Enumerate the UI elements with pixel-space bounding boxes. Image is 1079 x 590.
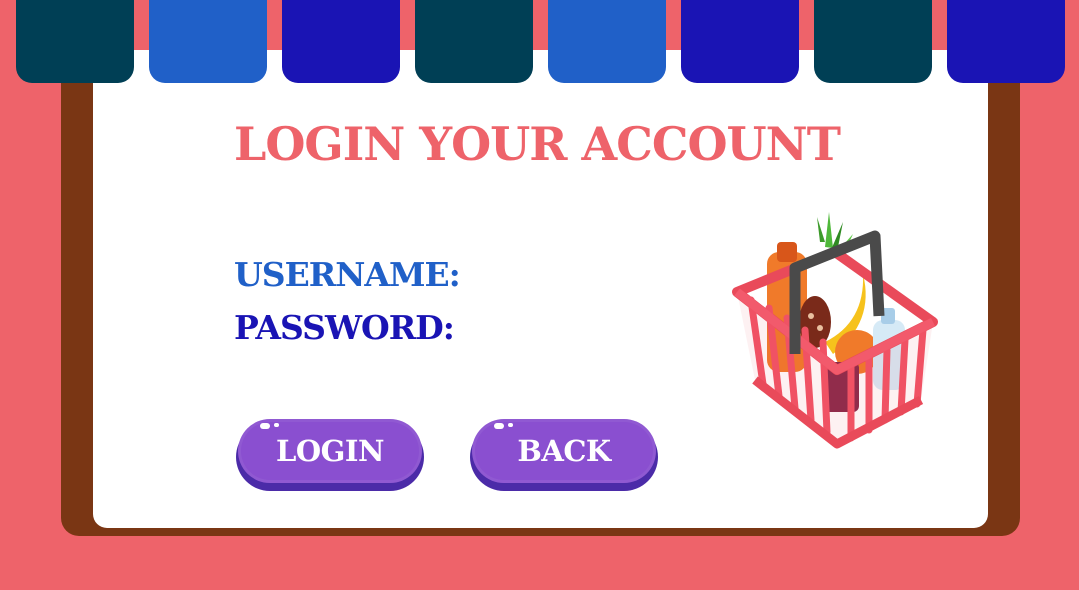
awning-stripe (947, 0, 1065, 83)
awning (0, 0, 1079, 84)
button-shine (274, 423, 279, 427)
awning-stripe (282, 0, 400, 83)
page-title: LOGIN YOUR ACCOUNT (234, 117, 841, 171)
grocery-basket-icon (732, 212, 938, 449)
back-button-label: BACK (517, 434, 611, 468)
password-label: PASSWORD: (234, 308, 455, 347)
awning-stripe (548, 0, 666, 83)
login-button[interactable]: LOGIN (236, 419, 424, 491)
awning-stripe (16, 0, 134, 83)
username-label: USERNAME: (234, 255, 461, 294)
awning-stripe (149, 0, 267, 83)
button-shine (260, 423, 270, 429)
button-shine (494, 423, 504, 429)
awning-stripe (814, 0, 932, 83)
back-button[interactable]: BACK (470, 419, 658, 491)
awning-stripe (681, 0, 799, 83)
login-button-label: LOGIN (276, 434, 385, 468)
button-shine (508, 423, 513, 427)
awning-stripe (415, 0, 533, 83)
